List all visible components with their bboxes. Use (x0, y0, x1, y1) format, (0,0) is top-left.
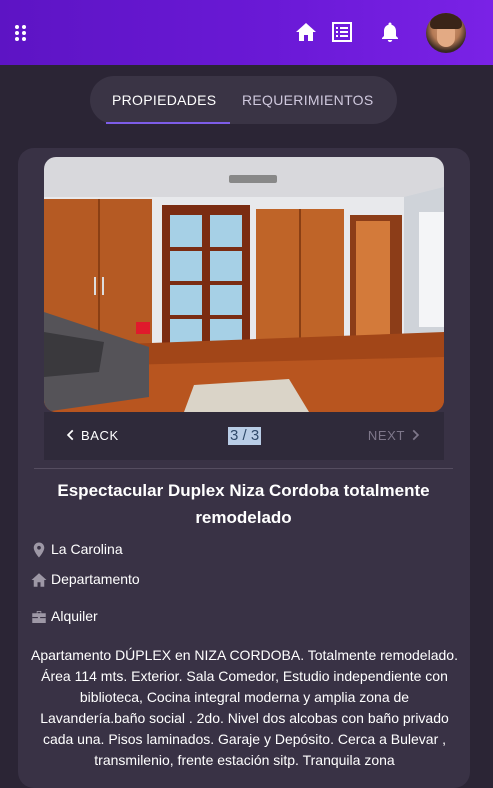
home-icon[interactable] (294, 20, 318, 44)
list-icon[interactable] (330, 20, 354, 44)
chevron-right-icon (412, 429, 420, 441)
image-stepper: BACK 3 / 3 NEXT (44, 412, 444, 460)
chevron-left-icon (66, 429, 74, 441)
briefcase-icon (32, 611, 46, 623)
app-bar (0, 0, 493, 65)
back-button[interactable]: BACK (64, 412, 119, 460)
location-text: La Carolina (51, 541, 123, 557)
operation-text: Alquiler (51, 608, 98, 624)
property-description: Apartamento DÚPLEX en NIZA CORDOBA. Tota… (31, 647, 458, 768)
property-photo[interactable] (44, 157, 444, 412)
tab-propiedades[interactable]: PROPIEDADES (112, 76, 216, 124)
property-title: Espectacular Duplex Niza Cordoba totalme… (57, 481, 430, 527)
location-pin-icon (33, 542, 45, 558)
avatar[interactable] (426, 13, 466, 53)
bell-icon[interactable] (378, 20, 402, 44)
menu-dots-icon[interactable] (15, 25, 27, 41)
tab-bar: PROPIEDADES REQUERIMIENTOS (90, 76, 397, 124)
tab-requerimientos[interactable]: REQUERIMIENTOS (242, 76, 374, 124)
next-button[interactable]: NEXT (368, 412, 422, 460)
active-tab-indicator (106, 122, 230, 124)
home-icon (31, 573, 47, 587)
divider (34, 468, 453, 469)
image-counter: 3 / 3 (228, 427, 262, 445)
property-type-text: Departamento (51, 571, 140, 587)
